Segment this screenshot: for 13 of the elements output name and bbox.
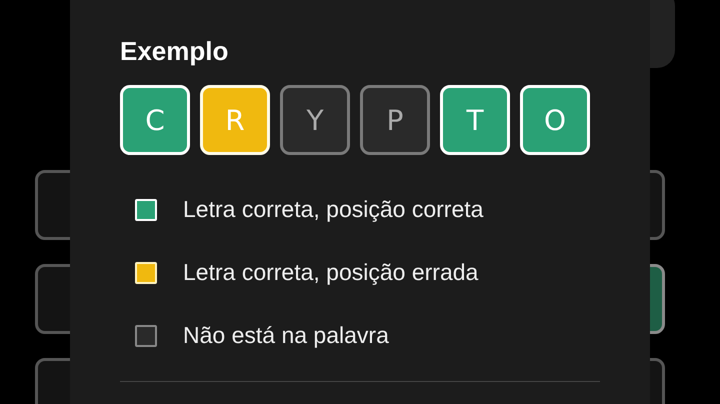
letter-tile: R <box>200 85 270 155</box>
legend-swatch <box>135 262 157 284</box>
legend-label: Letra correta, posição errada <box>183 259 478 286</box>
legend-label: Não está na palavra <box>183 322 389 349</box>
letter-tile: T <box>440 85 510 155</box>
letter-tile: Y <box>280 85 350 155</box>
legend-swatch <box>135 324 157 346</box>
letter-tile: P <box>360 85 430 155</box>
legend-swatch <box>135 198 157 220</box>
dialog-title: Exemplo <box>120 36 230 67</box>
legend-label: Letra correta, posição correta <box>183 196 484 223</box>
letter-tile: O <box>520 85 590 155</box>
letter-tile: C <box>120 85 190 155</box>
